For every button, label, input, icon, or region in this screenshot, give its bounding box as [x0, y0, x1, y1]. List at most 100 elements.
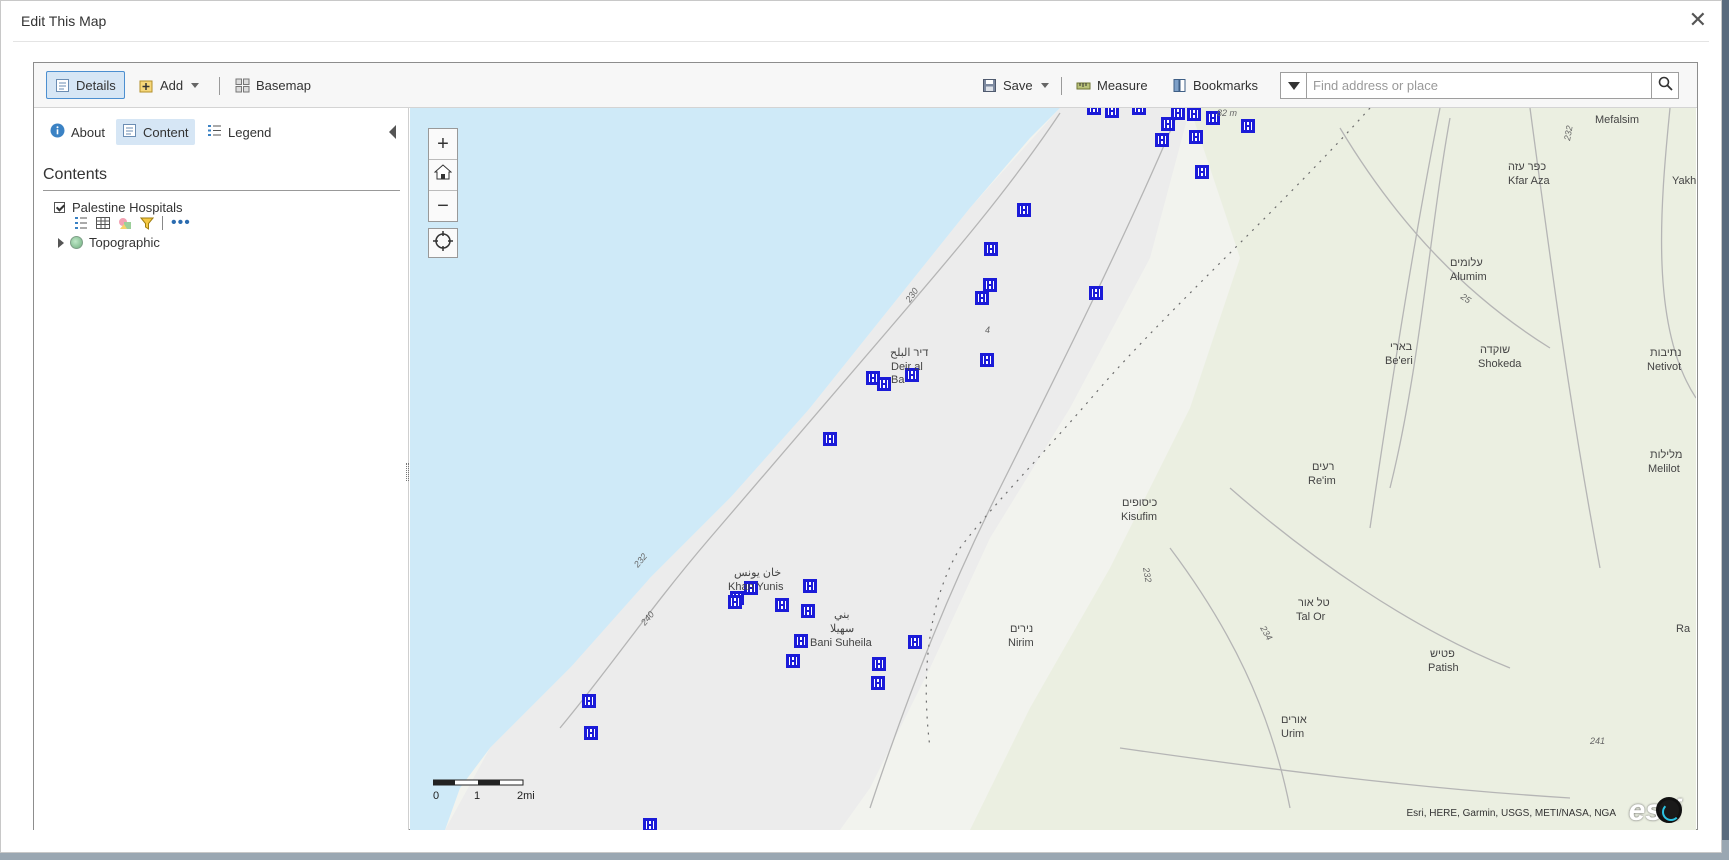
- search-button[interactable]: [1651, 73, 1678, 98]
- map-label: Yakh: [1672, 175, 1696, 187]
- loading-icon: [1656, 797, 1682, 823]
- contents-heading: Contents: [43, 166, 108, 183]
- basemap-button[interactable]: Basemap: [226, 71, 320, 99]
- chevron-down-icon: [191, 82, 200, 88]
- map-label: Alumim: [1450, 271, 1487, 283]
- hospital-marker[interactable]: [584, 726, 598, 740]
- hospital-marker[interactable]: [775, 598, 789, 612]
- hospital-marker[interactable]: [803, 579, 817, 593]
- search-source-dropdown[interactable]: [1281, 73, 1307, 98]
- hospital-marker[interactable]: [786, 654, 800, 668]
- map-label: خان يونس: [734, 567, 781, 579]
- hospital-marker[interactable]: [1161, 117, 1175, 131]
- hospital-marker[interactable]: [823, 432, 837, 446]
- search-input[interactable]: [1307, 73, 1651, 98]
- hospital-marker[interactable]: [984, 242, 998, 256]
- bookmarks-label: Bookmarks: [1193, 77, 1259, 93]
- map-label: Deir al: [891, 361, 923, 373]
- hospital-marker[interactable]: [643, 818, 657, 830]
- bookmarks-button[interactable]: Bookmarks: [1163, 71, 1267, 99]
- caret-down-icon: [1287, 81, 1300, 90]
- basemap-globe-icon: [70, 236, 83, 249]
- basemap-label: Basemap: [256, 77, 311, 93]
- layer-visibility-checkbox[interactable]: [54, 202, 65, 213]
- more-options-icon[interactable]: •••: [171, 215, 191, 231]
- home-button[interactable]: [429, 160, 457, 191]
- plus-icon: +: [437, 132, 449, 155]
- map-graphics: Mefalsim כפר עזה Kfar Aza עלומים Alumim …: [410, 108, 1696, 830]
- hospital-marker[interactable]: [872, 657, 886, 671]
- panel-resize-handle[interactable]: [406, 463, 409, 481]
- change-style-icon[interactable]: [118, 216, 132, 230]
- hospital-marker[interactable]: [1017, 203, 1031, 217]
- measure-label: Measure: [1097, 77, 1148, 93]
- map-label: Kfar Aza: [1508, 175, 1550, 187]
- hospital-marker[interactable]: [801, 604, 815, 618]
- edit-map-dialog: Edit This Map ✕ Details Add Basemap Save…: [0, 0, 1722, 853]
- map-label: טל אור: [1298, 596, 1330, 609]
- map-label: سهيلا: [830, 623, 854, 635]
- map-label: Urim: [1281, 728, 1304, 740]
- search-box: [1280, 72, 1679, 99]
- hospital-marker[interactable]: [794, 634, 808, 648]
- collapse-panel-icon[interactable]: [389, 125, 396, 139]
- attribution: Esri, HERE, Garmin, USGS, METI/NASA, NGA: [1406, 808, 1616, 819]
- add-label: Add: [160, 77, 184, 93]
- scale-label: 2mi: [517, 790, 535, 802]
- map-label: נתיבות: [1650, 347, 1682, 359]
- save-icon: [982, 78, 997, 93]
- map-label: 4: [985, 325, 990, 335]
- hospital-marker[interactable]: [1241, 119, 1255, 133]
- close-icon[interactable]: ✕: [1689, 9, 1707, 31]
- show-legend-icon[interactable]: [74, 216, 88, 230]
- hospital-marker[interactable]: [983, 278, 997, 292]
- map-label: بني: [834, 609, 850, 621]
- hospital-marker[interactable]: [975, 291, 989, 305]
- map-label: Ba: [891, 374, 905, 386]
- tab-legend[interactable]: Legend: [201, 119, 277, 145]
- toolbar-divider: [219, 77, 220, 95]
- details-panel: About Content Legend Contents Palestine …: [34, 108, 409, 830]
- chevron-down-icon: [1040, 82, 1049, 88]
- measure-button[interactable]: Measure: [1067, 71, 1157, 99]
- toolbar: Details Add Basemap Save Measure Bookmar…: [34, 63, 1697, 108]
- map-label: עלומים: [1450, 256, 1483, 269]
- tab-content[interactable]: Content: [116, 119, 195, 145]
- filter-icon[interactable]: [139, 216, 155, 230]
- map-label: פטיש: [1430, 648, 1455, 660]
- details-button[interactable]: Details: [46, 71, 125, 99]
- hospital-marker[interactable]: [1195, 165, 1209, 179]
- hospital-marker[interactable]: [1132, 108, 1146, 115]
- hospital-marker[interactable]: [728, 595, 742, 609]
- hospital-marker[interactable]: [1087, 108, 1101, 115]
- basemap-layer-label[interactable]: Topographic: [89, 235, 160, 250]
- hospital-marker[interactable]: [1155, 133, 1169, 147]
- map-label: בארי: [1390, 341, 1413, 353]
- hospital-marker[interactable]: [1187, 108, 1201, 121]
- hospital-marker[interactable]: [1189, 130, 1203, 144]
- save-button[interactable]: Save: [973, 71, 1058, 99]
- map-label: כפר עזה: [1508, 161, 1546, 173]
- expand-icon[interactable]: [58, 237, 64, 248]
- map-label: Bani Suheila: [810, 637, 873, 649]
- hospital-marker[interactable]: [582, 694, 596, 708]
- hospital-marker[interactable]: [1089, 286, 1103, 300]
- zoom-out-button[interactable]: −: [429, 191, 457, 221]
- tab-about[interactable]: About: [44, 119, 111, 145]
- hospital-marker[interactable]: [908, 635, 922, 649]
- hospital-marker[interactable]: [877, 377, 891, 391]
- hospital-marker[interactable]: [1105, 108, 1119, 118]
- hospital-marker[interactable]: [871, 676, 885, 690]
- map-label: נירים: [1010, 623, 1033, 635]
- content-icon: [122, 123, 137, 141]
- add-button[interactable]: Add: [130, 71, 208, 99]
- scale-bar: 0 1 2mi: [432, 778, 563, 813]
- zoom-in-button[interactable]: +: [429, 129, 457, 160]
- layer-label[interactable]: Palestine Hospitals: [72, 200, 183, 215]
- attribute-table-icon[interactable]: [96, 216, 110, 230]
- measure-icon: [1076, 78, 1091, 93]
- map-canvas[interactable]: Mefalsim כפר עזה Kfar Aza עלומים Alumim …: [410, 108, 1696, 830]
- locate-button[interactable]: [428, 228, 458, 258]
- map-label: Shokeda: [1478, 358, 1522, 370]
- hospital-marker[interactable]: [980, 353, 994, 367]
